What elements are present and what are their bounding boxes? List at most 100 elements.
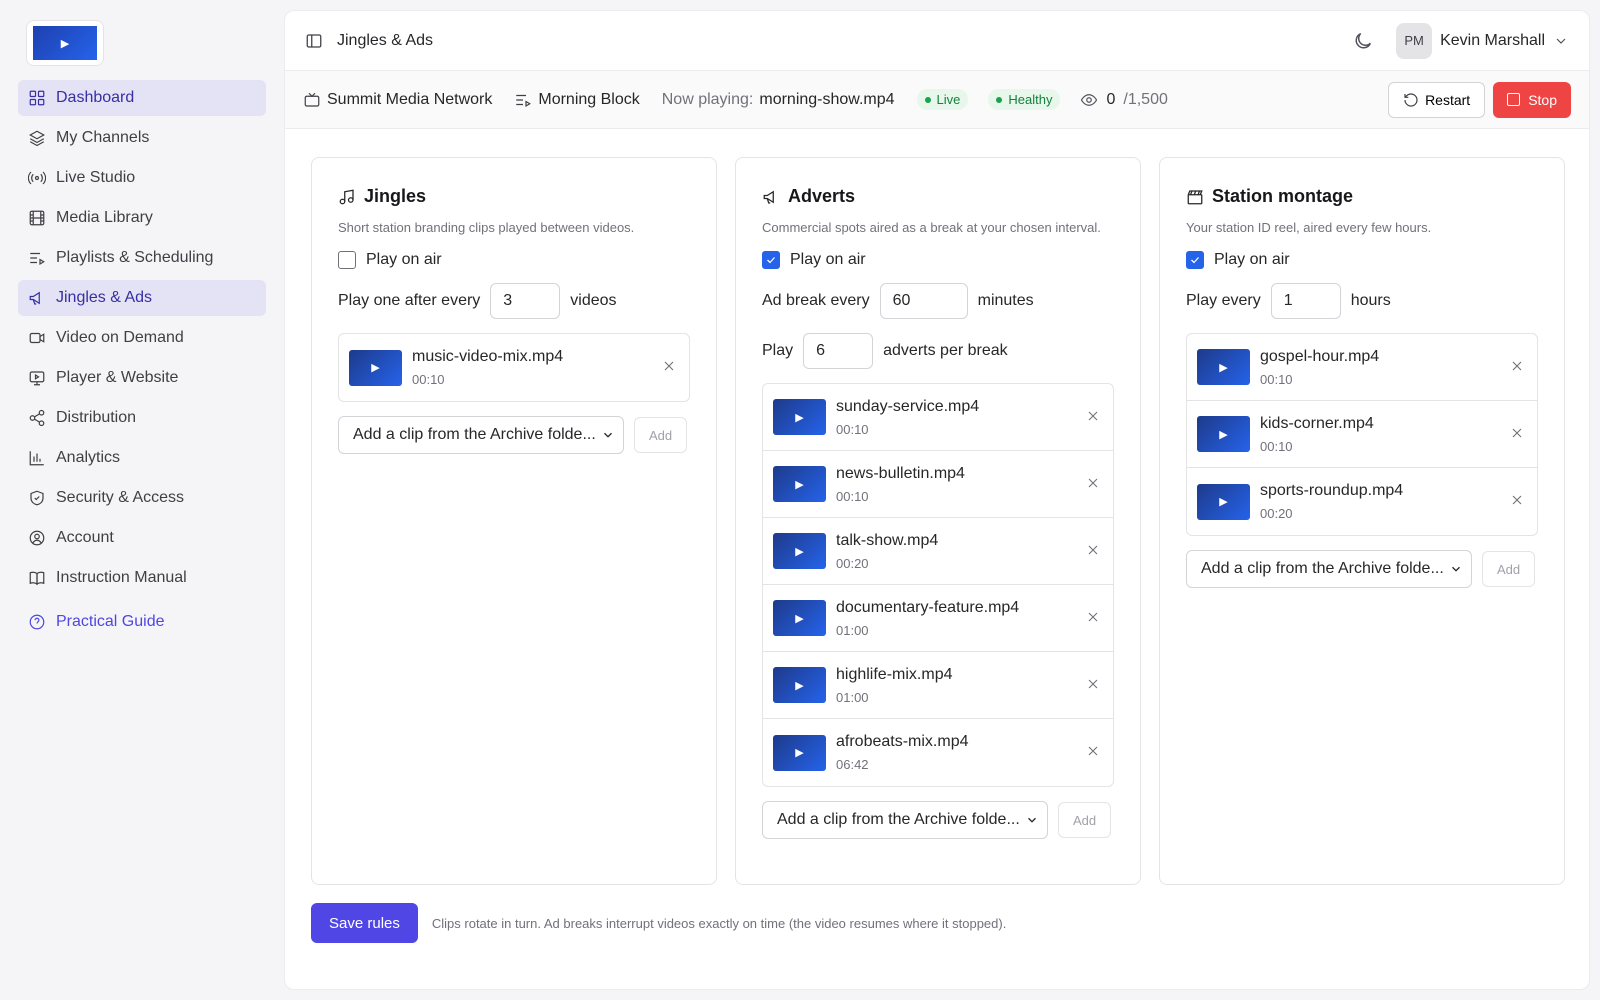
sidebar-item-media-library[interactable]: Media Library <box>18 200 266 236</box>
clip-name: afrobeats-mix.mp4 <box>836 733 969 750</box>
clip-name: music-video-mix.mp4 <box>412 348 564 365</box>
jingles-interval-input[interactable] <box>490 283 561 319</box>
clip-list: ▶ sunday-service.mp4 00:10 ▶ news-bullet… <box>762 383 1114 787</box>
close-icon[interactable] <box>1509 492 1525 508</box>
music-note-icon <box>339 188 354 204</box>
sidebar-item-video-on-demand[interactable]: Video on Demand <box>18 320 266 356</box>
list-item[interactable]: ▶ highlife-mix.mp4 01:00 <box>763 652 1113 719</box>
now-playing-file: morning-show.mp4 <box>759 90 895 108</box>
close-icon[interactable] <box>1085 609 1101 625</box>
sidebar-item-account[interactable]: Account <box>18 520 266 556</box>
sidebar-item-dashboard[interactable]: Dashboard <box>18 80 266 116</box>
jingles-play-on-air[interactable]: Play on air <box>338 251 690 269</box>
tv-icon <box>304 92 320 107</box>
sidebar-item-live-studio[interactable]: Live Studio <box>18 160 266 196</box>
checkbox[interactable] <box>1186 251 1204 269</box>
sidebar-item-distribution[interactable]: Distribution <box>18 400 266 436</box>
add-clip-button[interactable]: Add <box>1058 802 1112 838</box>
sidebar-item-jingles-ads[interactable]: Jingles & Ads <box>18 280 266 316</box>
close-icon[interactable] <box>1085 475 1101 491</box>
ad-break-interval-input[interactable] <box>879 283 968 319</box>
top-bar: Jingles & Ads PM Kevin Marshall <box>285 11 1589 71</box>
list-item[interactable]: ▶ afrobeats-mix.mp4 06:42 <box>763 719 1113 786</box>
network-selector[interactable]: Summit Media Network <box>303 91 492 109</box>
close-icon[interactable] <box>1509 425 1525 441</box>
play-icon[interactable]: ▶ <box>349 349 402 386</box>
close-icon[interactable] <box>1509 358 1525 374</box>
play-icon[interactable]: ▶ <box>773 734 826 771</box>
block-name: Morning Block <box>538 90 640 108</box>
app-logo[interactable]: ▶ <box>26 20 104 66</box>
card-description: Your station ID reel, aired every few ho… <box>1186 220 1432 235</box>
montage-interval-input[interactable] <box>1270 283 1341 319</box>
sidebar-item-analytics[interactable]: Analytics <box>18 440 266 476</box>
list-item[interactable]: ▶ gospel-hour.mp4 00:10 <box>1187 334 1537 401</box>
save-rules-button[interactable]: Save rules <box>311 903 418 943</box>
moon-icon[interactable] <box>1352 30 1374 52</box>
montage-play-on-air[interactable]: Play on air <box>1186 251 1538 269</box>
jingles-rule: Play one after every videos <box>338 283 690 319</box>
adverts-play-on-air[interactable]: Play on air <box>762 251 1114 269</box>
close-icon[interactable] <box>661 358 677 374</box>
adverts-card: Adverts Commercial spots aired as a brea… <box>735 157 1141 885</box>
user-name[interactable]: Kevin Marshall <box>1440 32 1545 50</box>
sidebar-item-instruction-manual[interactable]: Instruction Manual <box>18 560 266 596</box>
list-item[interactable]: ▶ music-video-mix.mp4 00:10 <box>339 334 689 401</box>
add-clip-button[interactable]: Add <box>634 417 688 453</box>
archive-clip-select[interactable]: Add a clip from the Archive folde... <box>1186 550 1472 588</box>
adverts-per-break-input[interactable] <box>803 333 874 369</box>
clip-duration: 00:10 <box>412 372 445 387</box>
close-icon[interactable] <box>1085 542 1101 558</box>
clip-duration: 00:10 <box>836 488 869 504</box>
archive-clip-select[interactable]: Add a clip from the Archive folde... <box>338 416 624 454</box>
sidebar-toggle-icon[interactable] <box>305 32 323 50</box>
checkbox[interactable] <box>338 251 356 269</box>
shield-icon <box>28 489 46 507</box>
adverts-rule-count: Play adverts per break <box>762 333 1114 369</box>
now-playing: Now playing: morning-show.mp4 <box>662 91 895 109</box>
sidebar-item-player-website[interactable]: Player & Website <box>18 360 266 396</box>
sidebar-item-my-channels[interactable]: My Channels <box>18 120 266 156</box>
sidebar-item-label: Instruction Manual <box>56 569 187 586</box>
play-icon[interactable]: ▶ <box>1197 416 1250 452</box>
clip-name: sports-roundup.mp4 <box>1260 482 1404 499</box>
play-icon[interactable]: ▶ <box>1197 349 1250 385</box>
stop-button[interactable]: Stop <box>1493 81 1571 118</box>
play-icon[interactable]: ▶ <box>1197 483 1250 520</box>
clip-duration: 00:10 <box>836 421 869 437</box>
play-icon[interactable]: ▶ <box>773 399 826 435</box>
restart-button[interactable]: Restart <box>1388 81 1486 118</box>
sidebar: ▶ Dashboard My Channels Live Studio Medi… <box>0 0 284 1000</box>
checkbox[interactable] <box>762 251 780 269</box>
chevron-down-icon[interactable] <box>1553 33 1569 49</box>
play-icon[interactable]: ▶ <box>773 600 826 636</box>
sidebar-item-playlists[interactable]: Playlists & Scheduling <box>18 240 266 276</box>
block-selector[interactable]: Morning Block <box>514 90 640 109</box>
sidebar-item-practical-guide[interactable]: Practical Guide <box>18 604 266 640</box>
sidebar-item-security[interactable]: Security & Access <box>18 480 266 516</box>
play-icon[interactable]: ▶ <box>773 533 826 569</box>
share-icon <box>28 409 46 427</box>
clip-name: kids-corner.mp4 <box>1260 414 1374 432</box>
play-icon[interactable]: ▶ <box>773 667 826 703</box>
close-icon[interactable] <box>1085 408 1101 424</box>
list-item[interactable]: ▶ kids-corner.mp4 00:10 <box>1187 401 1537 468</box>
list-item[interactable]: ▶ talk-show.mp4 00:20 <box>763 518 1113 585</box>
list-item[interactable]: ▶ sunday-service.mp4 00:10 <box>763 384 1113 451</box>
clip-name: news-bulletin.mp4 <box>836 464 965 482</box>
card-title: Jingles <box>338 186 690 207</box>
now-playing-label: Now playing: <box>661 90 754 108</box>
restart-icon <box>1404 92 1418 107</box>
clip-duration: 01:00 <box>836 689 869 705</box>
archive-clip-select[interactable]: Add a clip from the Archive folde... <box>762 801 1048 839</box>
list-item[interactable]: ▶ news-bulletin.mp4 00:10 <box>763 451 1113 518</box>
clip-duration: 00:20 <box>1260 506 1293 521</box>
close-icon[interactable] <box>1085 743 1101 759</box>
avatar[interactable]: PM <box>1396 22 1433 59</box>
add-clip-button[interactable]: Add <box>1482 551 1536 587</box>
clip-duration: 01:00 <box>836 622 869 638</box>
list-item[interactable]: ▶ documentary-feature.mp4 01:00 <box>763 585 1113 652</box>
list-item[interactable]: ▶ sports-roundup.mp4 00:20 <box>1187 468 1537 535</box>
play-icon[interactable]: ▶ <box>773 466 826 502</box>
close-icon[interactable] <box>1085 676 1101 692</box>
